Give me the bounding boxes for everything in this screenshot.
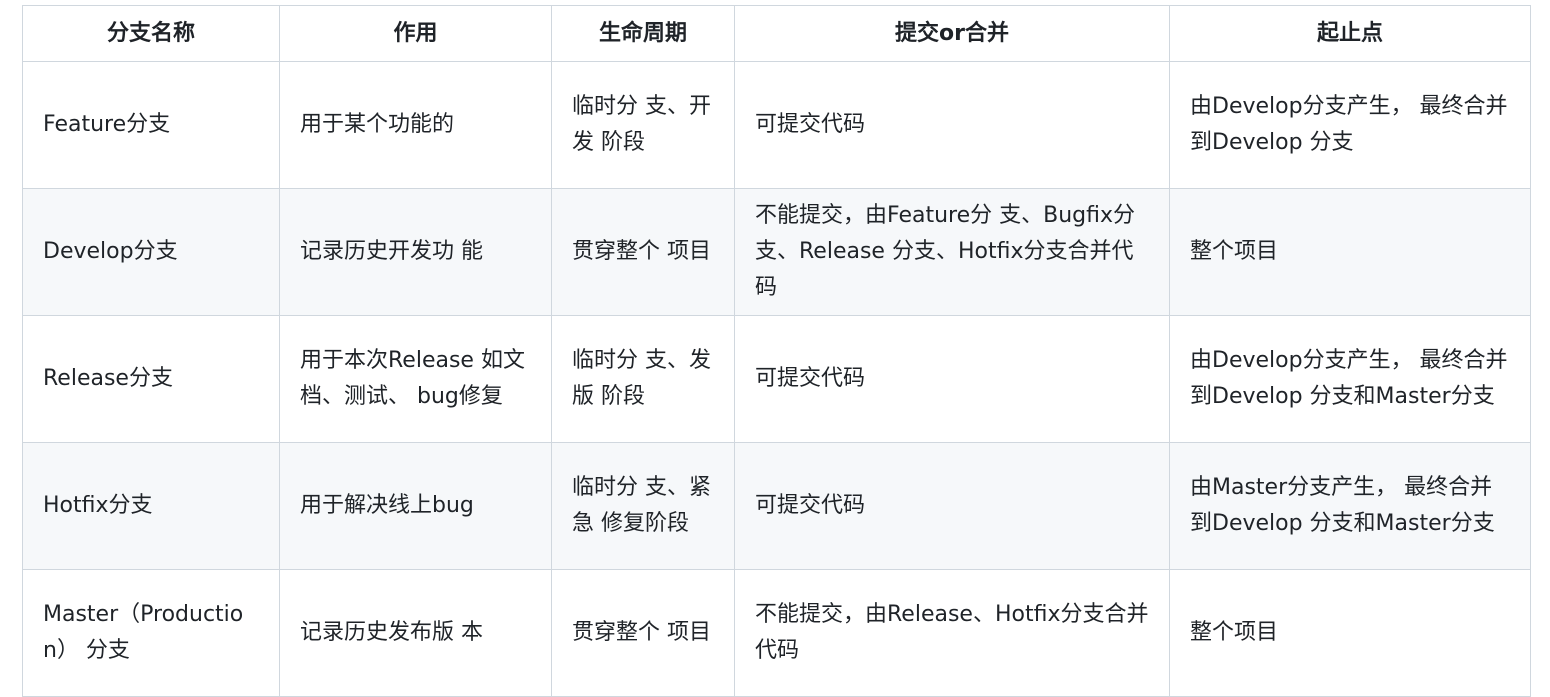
- cell-start-end: 由Master分支产生， 最终合并到Develop 分支和Master分支: [1169, 442, 1531, 570]
- table-row: Master（Production） 分支 记录历史发布版 本 贯穿整个 项目 …: [22, 569, 1531, 697]
- cell-commit-merge: 可提交代码: [734, 315, 1170, 443]
- table-row: Hotfix分支 用于解决线上bug 临时分 支、紧急 修复阶段 可提交代码 由…: [22, 442, 1531, 570]
- cell-branch-name: Release分支: [22, 315, 280, 443]
- cell-branch-name: Master（Production） 分支: [22, 569, 280, 697]
- cell-lifecycle: 临时分 支、紧急 修复阶段: [551, 442, 735, 570]
- cell-start-end: 整个项目: [1169, 188, 1531, 316]
- cell-purpose: 用于某个功能的: [279, 61, 552, 189]
- header-row: 分支名称 作用 生命周期 提交or合并 起止点: [22, 5, 1531, 62]
- header-commit-merge: 提交or合并: [734, 5, 1170, 62]
- table-row: Release分支 用于本次Release 如文档、测试、 bug修复 临时分 …: [22, 315, 1531, 443]
- cell-purpose: 记录历史开发功 能: [279, 188, 552, 316]
- table-row: Develop分支 记录历史开发功 能 贯穿整个 项目 不能提交，由Featur…: [22, 188, 1531, 316]
- cell-commit-merge: 不能提交，由Feature分 支、Bugfix分支、Release 分支、Hot…: [734, 188, 1170, 316]
- cell-commit-merge: 可提交代码: [734, 442, 1170, 570]
- header-branch-name: 分支名称: [22, 5, 280, 62]
- cell-branch-name: Hotfix分支: [22, 442, 280, 570]
- cell-lifecycle: 贯穿整个 项目: [551, 569, 735, 697]
- cell-branch-name: Feature分支: [22, 61, 280, 189]
- cell-branch-name: Develop分支: [22, 188, 280, 316]
- table-row: Feature分支 用于某个功能的 临时分 支、开发 阶段 可提交代码 由Dev…: [22, 61, 1531, 189]
- header-purpose: 作用: [279, 5, 552, 62]
- cell-start-end: 由Develop分支产生， 最终合并到Develop 分支和Master分支: [1169, 315, 1531, 443]
- cell-purpose: 用于本次Release 如文档、测试、 bug修复: [279, 315, 552, 443]
- cell-commit-merge: 可提交代码: [734, 61, 1170, 189]
- branch-table: 分支名称 作用 生命周期 提交or合并 起止点 Feature分支 用于某个功能…: [22, 5, 1531, 697]
- cell-start-end: 整个项目: [1169, 569, 1531, 697]
- cell-lifecycle: 临时分 支、开发 阶段: [551, 61, 735, 189]
- table-body: Feature分支 用于某个功能的 临时分 支、开发 阶段 可提交代码 由Dev…: [22, 61, 1531, 697]
- table-header: 分支名称 作用 生命周期 提交or合并 起止点: [22, 5, 1531, 62]
- cell-commit-merge: 不能提交，由Release、Hotfix分支合并代码: [734, 569, 1170, 697]
- cell-purpose: 用于解决线上bug: [279, 442, 552, 570]
- header-start-end: 起止点: [1169, 5, 1531, 62]
- document-page: 分支名称 作用 生命周期 提交or合并 起止点 Feature分支 用于某个功能…: [22, 5, 1531, 697]
- cell-lifecycle: 临时分 支、发版 阶段: [551, 315, 735, 443]
- header-lifecycle: 生命周期: [551, 5, 735, 62]
- cell-purpose: 记录历史发布版 本: [279, 569, 552, 697]
- cell-lifecycle: 贯穿整个 项目: [551, 188, 735, 316]
- cell-start-end: 由Develop分支产生， 最终合并到Develop 分支: [1169, 61, 1531, 189]
